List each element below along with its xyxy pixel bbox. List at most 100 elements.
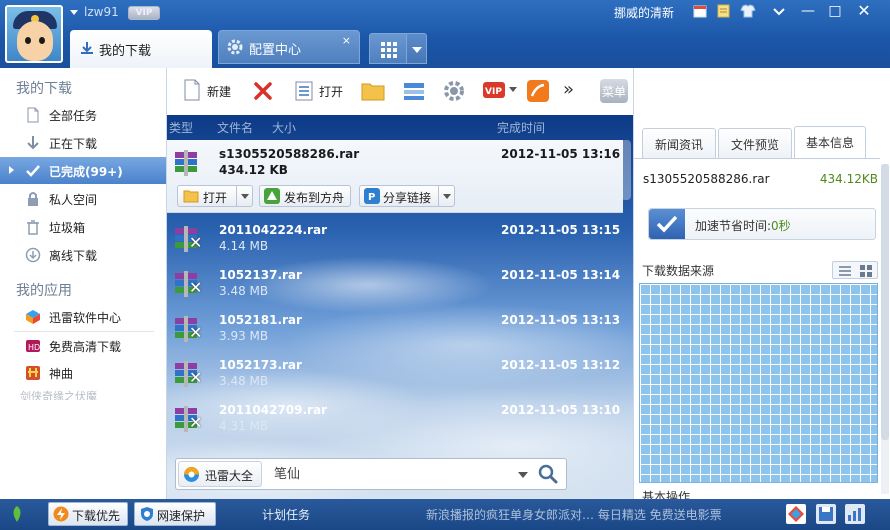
skin-shirt-icon[interactable] (740, 3, 756, 19)
calendar-icon[interactable] (692, 3, 708, 19)
finish-time: 2012-11-05 13:13 (501, 313, 621, 327)
sidebar-item-private-space[interactable]: 私人空间 (0, 185, 166, 212)
app-grid-dropdown[interactable] (407, 33, 427, 64)
settings-button[interactable] (443, 79, 467, 103)
column-name[interactable]: 文件名 (217, 119, 253, 136)
info-panel: 新闻资讯 文件预览 基本信息 s1305520588286.rar 434.12… (633, 68, 890, 499)
sidebar-item-offline-download[interactable]: 离线下载 (0, 241, 166, 268)
sidebar-item-music[interactable]: 神曲 (0, 359, 166, 386)
trash-icon (27, 220, 39, 235)
file-name: 2011042224.rar (219, 223, 327, 237)
search-engine-button[interactable]: 迅雷大全 (178, 461, 262, 487)
user-avatar[interactable] (5, 5, 63, 63)
more-tools-button[interactable]: » (563, 79, 577, 103)
user-menu-arrow-icon[interactable] (70, 10, 78, 15)
column-finish-time[interactable]: 完成时间 (497, 119, 545, 136)
menu-label: 菜单 (602, 85, 627, 99)
source-view-toggle[interactable] (832, 261, 878, 279)
table-row-selected[interactable]: s1305520588286.rar 434.12 KB 2012-11-05 … (167, 140, 623, 213)
speed-chart-icon[interactable] (845, 504, 865, 524)
list-view-icon[interactable] (839, 266, 851, 276)
sidebar-item-label: 离线下载 (49, 249, 98, 263)
message-icon[interactable] (716, 3, 732, 19)
open-file-action-button[interactable]: 打开 (177, 185, 253, 207)
share-options-dropdown[interactable] (438, 186, 454, 206)
search-icon[interactable] (536, 463, 560, 485)
panel-scrollbar[interactable] (881, 164, 889, 494)
svg-text:HD: HD (28, 343, 40, 352)
chevron-down-icon (241, 194, 249, 199)
skin-name[interactable]: 挪威的清新 (614, 4, 674, 21)
share-link-icon: P (364, 188, 380, 204)
chevron-down-icon (509, 87, 517, 92)
table-row[interactable]: ✕ 1052181.rar 3.93 MB 2012-11-05 13:13 (167, 308, 623, 353)
close-icon[interactable]: × (342, 34, 351, 47)
settings-arrow-icon[interactable] (771, 3, 787, 19)
tab-config-center[interactable]: 配置中心 × (218, 30, 360, 64)
tab-my-downloads[interactable]: 我的下载 (70, 30, 212, 68)
delete-button[interactable] (251, 79, 275, 103)
share-link-button[interactable]: P 分享链接 (359, 185, 455, 207)
search-engine-label: 迅雷大全 (205, 469, 254, 483)
sidebar-item-downloading[interactable]: 正在下载 (0, 129, 166, 156)
list-view-icon (404, 83, 424, 100)
save-disk-icon[interactable] (816, 504, 836, 524)
sidebar-item-faded[interactable]: 剑侠奇缘之伏魔 (20, 388, 160, 400)
scrollbar-thumb[interactable] (881, 164, 889, 440)
table-row[interactable]: ✕ 2011042224.rar 4.14 MB 2012-11-05 13:1… (167, 218, 623, 263)
tab-news[interactable]: 新闻资讯 (642, 128, 716, 158)
open-file-button[interactable]: 打开 (293, 79, 355, 103)
table-row[interactable]: ✕ 1052173.rar 3.48 MB 2012-11-05 13:12 (167, 353, 623, 398)
download-priority-button[interactable]: 下载优先 (48, 502, 128, 526)
sidebar-item-completed[interactable]: 已完成(99+) (0, 157, 166, 184)
minimize-button[interactable]: — (796, 2, 820, 20)
music-icon (26, 366, 40, 380)
file-name: s1305520588286.rar (219, 147, 360, 161)
speed-protect-button[interactable]: 网速保护 (134, 502, 216, 526)
tab-basic-info[interactable]: 基本信息 (794, 126, 866, 158)
view-list-button[interactable] (403, 79, 427, 103)
search-history-dropdown[interactable] (518, 472, 528, 478)
column-size[interactable]: 大小 (272, 119, 296, 136)
news-ticker[interactable]: 新浪播报的疯狂单身女郎派对… 每日精选 免费送电影票 (426, 506, 726, 522)
software-center-icon (26, 310, 40, 324)
new-task-button[interactable]: 新建 (181, 79, 241, 103)
finish-time: 2012-11-05 13:10 (501, 403, 621, 417)
close-window-button[interactable]: ✕ (852, 2, 876, 20)
table-row[interactable]: ✕ 1052137.rar 3.48 MB 2012-11-05 13:14 (167, 263, 623, 308)
file-missing-icon: ✕ (189, 413, 203, 432)
tab-label: 我的下载 (99, 44, 152, 59)
sidebar-item-label: 已完成(99+) (49, 165, 123, 179)
expand-arrow-icon[interactable] (9, 166, 14, 174)
vip-badge[interactable]: VIP (128, 6, 160, 20)
sidebar-item-software-center[interactable]: 迅雷软件中心 (0, 303, 166, 330)
sidebar-item-label: 迅雷软件中心 (49, 311, 122, 325)
color-app-icon[interactable] (786, 504, 806, 524)
ark-icon (264, 188, 280, 204)
scheduled-task-link[interactable]: 计划任务 (262, 506, 310, 523)
search-input[interactable] (274, 465, 504, 480)
vip-menu-button[interactable]: VIP (483, 79, 519, 103)
main-menu-button[interactable]: 菜单 (600, 79, 628, 103)
folder-icon (183, 190, 199, 203)
maximize-button[interactable]: □ (823, 2, 847, 20)
open-options-dropdown[interactable] (236, 186, 252, 206)
share-app-button[interactable] (527, 79, 551, 103)
column-type[interactable]: 类型 (169, 119, 193, 136)
sidebar-item-hd-download[interactable]: HD 免费高清下载 (0, 332, 166, 359)
more-chevrons-icon: » (563, 79, 575, 100)
sidebar-item-trash[interactable]: 垃圾箱 (0, 213, 166, 240)
title-bar: lzw91 VIP 我的下载 配置中心 × 挪威的清新 — □ ✕ (0, 0, 890, 68)
app-grid-button[interactable] (369, 33, 407, 64)
source-title: 下载数据来源 (642, 264, 715, 278)
thunder-logo-icon[interactable] (8, 505, 26, 523)
open-folder-button[interactable] (361, 79, 385, 103)
table-row[interactable]: ✕ 2011042709.rar 4.31 MB 2012-11-05 13:1… (167, 398, 623, 443)
rar-archive-icon (175, 150, 197, 176)
open-label: 打开 (319, 85, 344, 99)
tab-file-preview[interactable]: 文件预览 (718, 128, 792, 158)
username[interactable]: lzw91 (84, 5, 119, 19)
publish-to-ark-button[interactable]: 发布到方舟 (259, 185, 351, 207)
sidebar-item-all-tasks[interactable]: 全部任务 (0, 101, 166, 128)
grid-view-icon[interactable] (860, 265, 872, 277)
